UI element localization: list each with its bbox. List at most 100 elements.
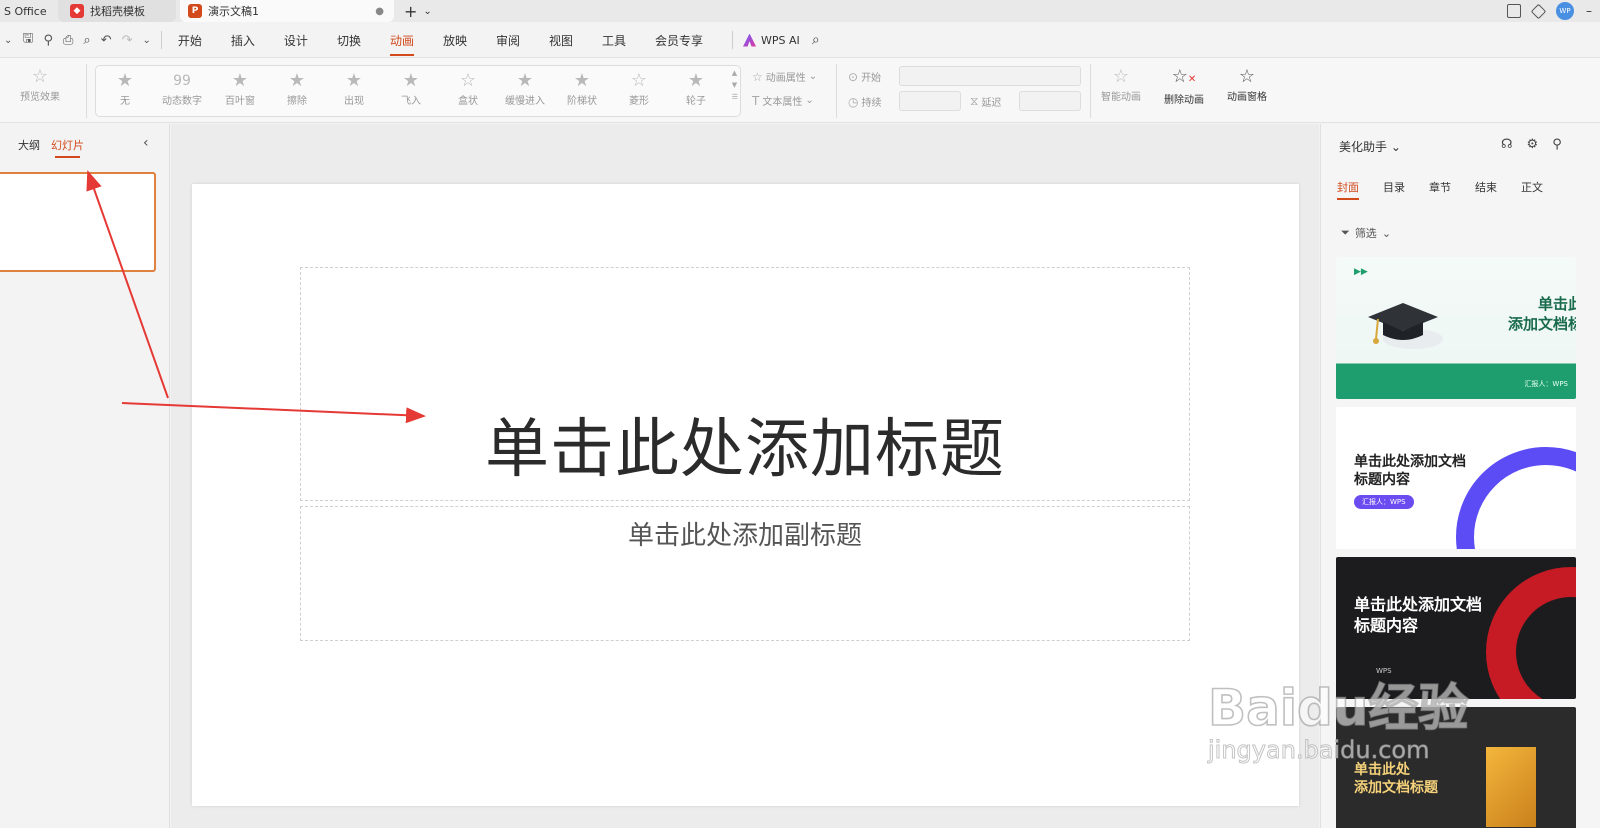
- menu-insert[interactable]: 插入: [231, 28, 255, 53]
- star-outline-icon: ☆: [31, 66, 49, 87]
- expand-icon[interactable]: ☰: [732, 93, 738, 101]
- chevron-down-icon[interactable]: ▼: [732, 81, 738, 89]
- star-icon: ★: [231, 70, 249, 91]
- tab-wps-office[interactable]: S Office: [0, 0, 52, 22]
- print-preview-icon[interactable]: ⌕: [83, 33, 90, 48]
- effect-box[interactable]: ☆ 盒状: [440, 70, 496, 107]
- effect-slow-enter[interactable]: ★ 缓慢进入: [497, 70, 553, 107]
- effect-none[interactable]: ★ 无: [97, 70, 153, 107]
- undo-icon[interactable]: ↶: [101, 33, 112, 48]
- new-tab-button[interactable]: + ⌄: [404, 0, 432, 22]
- slide-canvas[interactable]: 单击此处添加标题 单击此处添加副标题: [192, 184, 1299, 806]
- tab-body[interactable]: 正文: [1521, 179, 1543, 195]
- tab-template[interactable]: ◆ 找稻壳模板: [58, 0, 176, 22]
- effect-appear[interactable]: ★ 出现: [326, 70, 382, 107]
- card-presenter: WPS: [1376, 667, 1392, 675]
- template-card[interactable]: 单击此处添加文档 标题内容 WPS: [1336, 557, 1576, 699]
- effect-label: 飞入: [401, 96, 421, 107]
- panel-title[interactable]: 美化助手 ⌄: [1339, 138, 1401, 155]
- avatar[interactable]: WP: [1556, 2, 1574, 20]
- headset-icon[interactable]: ☊: [1501, 137, 1513, 152]
- gallery-scroll[interactable]: ▲ ▼ ☰: [732, 69, 738, 101]
- star-icon: ★: [573, 70, 591, 91]
- duration-stepper[interactable]: [899, 91, 961, 111]
- tab-document-label: 演示文稿1: [208, 5, 259, 18]
- minimize-icon[interactable]: –: [1586, 4, 1592, 18]
- chevron-up-icon[interactable]: ▲: [732, 69, 738, 77]
- gear-icon[interactable]: ⚙: [1527, 137, 1539, 152]
- unsaved-dot-icon[interactable]: ●: [375, 6, 384, 17]
- window-icon[interactable]: [1507, 4, 1521, 18]
- tab-template-label: 找稻壳模板: [90, 5, 145, 18]
- tab-outline[interactable]: 大纲: [18, 137, 40, 153]
- delete-animation-button[interactable]: ☆✕ 删除动画: [1164, 66, 1204, 106]
- menu-tools[interactable]: 工具: [602, 28, 626, 53]
- effect-dynamic-number[interactable]: 99 动态数字: [154, 70, 210, 107]
- tab-end[interactable]: 结束: [1475, 179, 1497, 195]
- effect-label: 动态数字: [162, 96, 202, 107]
- redo-icon[interactable]: ↷: [122, 33, 133, 48]
- effect-label: 百叶窗: [225, 96, 255, 107]
- smart-animation-button[interactable]: ☆ 智能动画: [1101, 66, 1141, 103]
- effect-label: 擦除: [287, 96, 307, 107]
- effect-stairs[interactable]: ★ 阶梯状: [554, 70, 610, 107]
- template-card[interactable]: 单击此处 添加文档标题: [1336, 707, 1576, 828]
- wps-ai-button[interactable]: WPS AI: [743, 33, 800, 47]
- start-select[interactable]: [899, 66, 1081, 86]
- effect-label: 轮子: [686, 96, 706, 107]
- title-placeholder[interactable]: 单击此处添加标题: [300, 267, 1190, 501]
- pin-icon[interactable]: ⚲: [43, 33, 53, 48]
- animation-properties-button[interactable]: ☆ 动画属性 ⌄: [752, 69, 817, 85]
- plus-icon: +: [404, 1, 418, 21]
- card-title: 单击此处添加文档 标题内容: [1354, 454, 1466, 489]
- effect-blinds[interactable]: ★ 百叶窗: [212, 70, 268, 107]
- menu-slideshow[interactable]: 放映: [443, 28, 467, 53]
- slide-thumbnail[interactable]: [0, 172, 156, 272]
- search-icon[interactable]: ⌕: [812, 32, 820, 48]
- chevron-down-icon[interactable]: ⌄: [143, 35, 151, 46]
- pin-icon[interactable]: ⚲: [1552, 137, 1562, 152]
- template-card[interactable]: 单击此处添加文档 标题内容 汇报人：WPS: [1336, 407, 1576, 549]
- ring-decoration: [1456, 447, 1576, 549]
- tab-chapter[interactable]: 章节: [1429, 179, 1451, 195]
- tab-slides[interactable]: 幻灯片: [51, 137, 84, 158]
- star-icon: ★: [687, 70, 705, 91]
- menu-home[interactable]: 开始: [178, 28, 202, 53]
- divider: [1090, 64, 1091, 118]
- play-circle-icon: ⊙: [848, 69, 859, 84]
- subtitle-placeholder[interactable]: 单击此处添加副标题: [300, 506, 1190, 641]
- menu-design[interactable]: 设计: [284, 28, 308, 53]
- animation-pane-button[interactable]: ☆ 动画窗格: [1227, 66, 1267, 103]
- effect-wheel[interactable]: ★ 轮子: [668, 70, 724, 107]
- star-settings-icon: ☆: [752, 69, 763, 84]
- menu-view[interactable]: 视图: [549, 28, 573, 53]
- tab-toc[interactable]: 目录: [1383, 179, 1405, 195]
- number-icon: 99: [173, 73, 191, 89]
- collapse-left-icon[interactable]: ‹: [143, 135, 149, 151]
- tab-document[interactable]: P 演示文稿1 ●: [180, 0, 394, 22]
- play-icon: ▶▶: [1354, 267, 1368, 277]
- text-properties-button[interactable]: T 文本属性 ⌄: [752, 93, 814, 109]
- text-props-label: 文本属性: [762, 97, 803, 108]
- print-icon[interactable]: ⎙: [63, 33, 73, 48]
- template-card[interactable]: ▶▶ 单击此处 添加文档标题 汇报人：WPS: [1336, 257, 1576, 399]
- effect-label: 阶梯状: [567, 96, 597, 107]
- menu-transition[interactable]: 切换: [337, 28, 361, 53]
- panel-tabs: 封面 目录 章节 结束 正文: [1337, 179, 1543, 200]
- preview-effect-button[interactable]: ☆ 预览效果: [20, 66, 60, 103]
- chevron-down-icon[interactable]: ⌄: [4, 35, 12, 46]
- effect-diamond[interactable]: ☆ 菱形: [611, 70, 667, 107]
- delay-stepper[interactable]: [1019, 91, 1081, 111]
- tab-cover[interactable]: 封面: [1337, 179, 1359, 200]
- effect-fly-in[interactable]: ★ 飞入: [383, 70, 439, 107]
- wps-ai-icon: [743, 33, 757, 47]
- menu-review[interactable]: 审阅: [496, 28, 520, 53]
- card-title: 单击此处 添加文档标题: [1354, 762, 1438, 797]
- effect-label: 菱形: [629, 96, 649, 107]
- cube-icon[interactable]: [1530, 3, 1547, 19]
- effect-wipe[interactable]: ★ 擦除: [269, 70, 325, 107]
- menu-animation[interactable]: 动画: [389, 28, 414, 56]
- filter-button[interactable]: ⏷ 筛选 ⌄: [1341, 225, 1391, 241]
- menu-membership[interactable]: 会员专享: [655, 28, 703, 53]
- save-icon[interactable]: 🖫: [22, 29, 33, 51]
